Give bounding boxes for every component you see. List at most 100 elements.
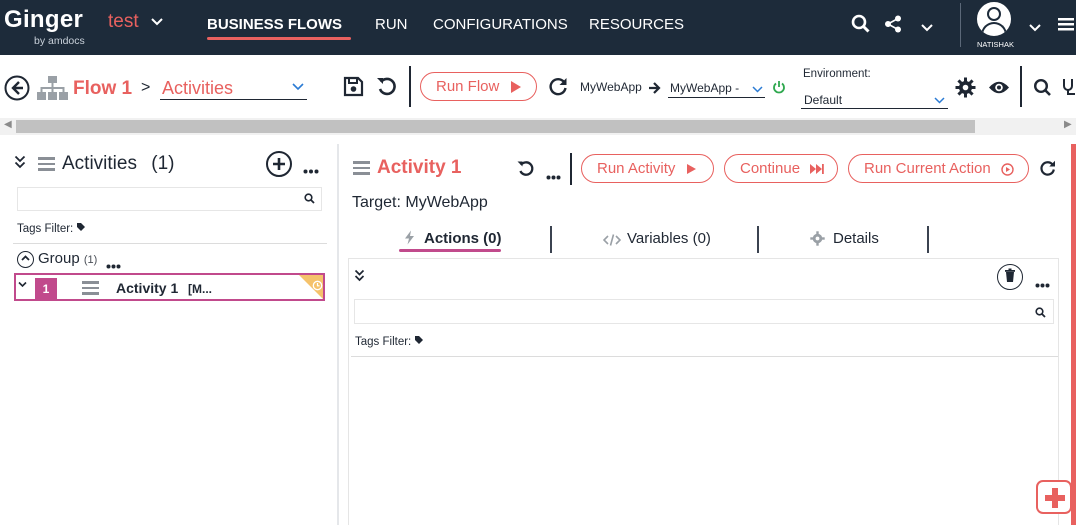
gear-icon[interactable] <box>955 77 976 103</box>
run-current-action-label: Run Current Action <box>864 160 991 177</box>
nav-run[interactable]: RUN <box>375 16 408 33</box>
search-icon[interactable] <box>851 14 870 38</box>
back-arrow-icon[interactable] <box>4 75 30 106</box>
horizontal-scrollbar-thumb[interactable] <box>16 120 975 133</box>
tag-icon <box>77 223 86 231</box>
tab-actions-underline <box>399 249 501 252</box>
tab-variables[interactable]: Variables (0) <box>627 230 711 247</box>
sitemap-icon <box>36 75 69 106</box>
target-app-name: MyWebApp <box>580 80 642 94</box>
activity-drag-handle-icon[interactable] <box>82 281 99 298</box>
group-collapse-icon[interactable] <box>17 251 34 268</box>
nav-configurations[interactable]: CONFIGURATIONS <box>433 16 568 33</box>
actions-search-icon <box>1035 307 1046 321</box>
target-app-select[interactable]: MyWebApp - <box>668 78 765 98</box>
environment-select[interactable]: Default <box>801 89 948 109</box>
run-activity-label: Run Activity <box>597 160 676 177</box>
activities-tags-filter-label[interactable]: Tags Filter: <box>17 222 86 235</box>
nav-resources[interactable]: RESOURCES <box>589 16 684 33</box>
activity-number-badge: 1 <box>35 278 57 300</box>
group-name: Group <box>38 250 80 267</box>
environment-chevron-icon <box>934 95 945 107</box>
tab-details[interactable]: Details <box>833 230 879 247</box>
activity-refresh-icon[interactable] <box>1039 160 1056 182</box>
nav-business-flows[interactable]: BUSINESS FLOWS <box>207 16 342 33</box>
run-flow-button[interactable]: Run Flow <box>420 72 537 101</box>
add-activity-button[interactable] <box>266 151 292 177</box>
activity-toolbar-divider <box>570 153 572 185</box>
collapse-all-icon[interactable] <box>14 155 26 174</box>
environment-label: Environment: <box>803 68 871 80</box>
activities-search-icon <box>304 193 315 207</box>
solution-chevron-down-icon[interactable] <box>150 15 164 30</box>
actions-tags-filter-label[interactable]: Tags Filter: <box>355 335 424 348</box>
code-icon <box>602 233 622 251</box>
activity-undo-icon[interactable] <box>517 160 535 183</box>
activities-title-text: Activities <box>62 153 137 174</box>
play-circle-icon <box>1001 155 1014 185</box>
flow-name: Flow 1 <box>73 78 133 99</box>
run-activity-button[interactable]: Run Activity <box>581 154 714 183</box>
group-count: (1) <box>83 254 98 266</box>
tab-separator <box>757 226 759 253</box>
toolbar-divider-right <box>1020 66 1022 107</box>
actions-more-icon[interactable] <box>1035 275 1050 293</box>
delete-actions-button[interactable] <box>997 264 1023 290</box>
group-more-icon[interactable] <box>106 256 121 274</box>
refresh-icon[interactable] <box>548 77 568 102</box>
target-app-select-value: MyWebApp - <box>670 81 740 95</box>
continue-button[interactable]: Continue <box>724 154 838 183</box>
target-app-chevron-icon <box>752 84 763 96</box>
activities-more-icon[interactable] <box>303 161 319 179</box>
right-edge-accent <box>1071 144 1076 525</box>
app-logo-subtitle: by amdocs <box>34 35 85 47</box>
user-chevron-down-icon[interactable] <box>1028 18 1042 38</box>
details-gear-icon <box>810 231 825 251</box>
scroll-right-icon[interactable]: ▶ <box>1064 119 1072 130</box>
activity-name: Activity 1 <box>116 280 179 296</box>
actions-tags-filter-text: Tags Filter: <box>355 336 412 348</box>
activity-suffix: [M... <box>188 282 212 296</box>
toolbar-divider <box>409 66 411 107</box>
actions-search-input[interactable] <box>354 299 1054 324</box>
arrow-right-icon <box>648 81 661 99</box>
actions-collapse-icon[interactable] <box>354 269 365 287</box>
activity-expand-icon[interactable] <box>18 276 27 294</box>
nav-active-underline <box>207 37 351 40</box>
undo-icon[interactable] <box>376 76 398 102</box>
activity-detail-list-icon <box>353 161 370 178</box>
scroll-left-icon[interactable]: ◀ <box>4 119 12 130</box>
tab-actions[interactable]: Actions (0) <box>424 230 502 247</box>
menu-chevron-down-icon[interactable] <box>920 18 934 38</box>
share-icon[interactable] <box>884 15 902 38</box>
eye-icon[interactable] <box>988 80 1010 100</box>
user-avatar[interactable] <box>975 0 1013 38</box>
tag-icon <box>415 336 424 344</box>
bolt-icon <box>404 230 415 250</box>
tab-separator <box>927 226 929 253</box>
play-icon <box>686 155 697 184</box>
top-navigation-bar: Ginger by amdocs test BUSINESS FLOWS RUN… <box>0 0 1076 55</box>
environment-select-value: Default <box>804 93 843 107</box>
page-select[interactable]: Activities <box>160 76 307 100</box>
more-menu-icon[interactable] <box>1056 14 1076 39</box>
continue-label: Continue <box>740 160 801 177</box>
page-select-chevron-icon <box>292 82 304 94</box>
panel-splitter[interactable] <box>337 144 339 525</box>
activities-search-input[interactable] <box>17 187 322 211</box>
stethoscope-icon[interactable] <box>1062 78 1076 102</box>
activity-detail-title: Activity 1 <box>377 157 462 178</box>
save-icon[interactable] <box>343 76 364 102</box>
search-icon[interactable] <box>1033 78 1052 102</box>
power-icon[interactable] <box>772 80 786 99</box>
activities-list-icon <box>38 157 55 174</box>
actions-filter-divider <box>351 356 1058 357</box>
activity-more-icon[interactable] <box>546 167 561 185</box>
activities-count: (1) <box>151 153 175 174</box>
group-header[interactable]: Group (1) <box>38 250 97 267</box>
add-action-button[interactable] <box>1036 480 1072 514</box>
solution-name[interactable]: test <box>108 11 139 33</box>
activity-list-item[interactable]: 1 Activity 1 [M... <box>14 273 325 301</box>
activity-status-icon <box>312 278 323 296</box>
run-current-action-button[interactable]: Run Current Action <box>848 154 1029 183</box>
